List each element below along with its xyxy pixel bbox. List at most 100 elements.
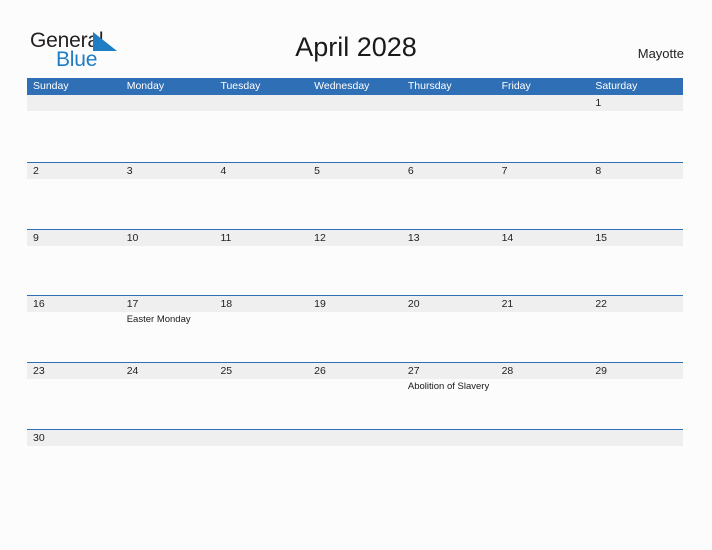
day-number-band <box>495 429 590 446</box>
day-cell-12[interactable]: 12 <box>308 229 402 296</box>
day-cell-11[interactable]: 11 <box>214 229 309 296</box>
day-number-band <box>401 429 496 446</box>
day-cell-2[interactable]: 2 <box>27 162 121 229</box>
day-events: Abolition of Slavery <box>408 380 493 393</box>
day-cell-empty[interactable] <box>27 95 121 162</box>
day-number-band <box>214 162 309 179</box>
day-cell-empty[interactable] <box>495 429 590 496</box>
day-number: 15 <box>595 231 607 244</box>
day-number: 27 <box>407 365 420 378</box>
day-cell-10[interactable]: 10 <box>120 229 215 296</box>
day-cell-empty[interactable] <box>214 95 309 162</box>
day-cell-9[interactable]: 9 <box>27 229 121 296</box>
day-number-band <box>589 429 684 446</box>
weekday-header-friday: Friday <box>501 80 531 92</box>
weekday-header-tuesday: Tuesday <box>220 80 261 92</box>
day-number: 20 <box>407 298 420 311</box>
day-cell-3[interactable]: 3 <box>120 162 215 229</box>
day-cell-26[interactable]: 26 <box>308 363 402 429</box>
day-cell-20[interactable]: 20 <box>401 296 496 363</box>
day-number: 13 <box>407 231 420 244</box>
calendar-week-row: 2 3 4 5 6 7 8 <box>27 161 684 229</box>
calendar-body: 1 2 3 4 5 6 7 8 9 10 11 12 13 14 15 16 17 Easter Monday 18… <box>27 95 684 496</box>
calendar-week-row: 1 <box>27 95 684 162</box>
day-number: 2 <box>33 164 39 177</box>
weekday-header-wednesday: Wednesday <box>314 80 370 92</box>
day-number: 19 <box>314 298 326 311</box>
day-events: Easter Monday <box>127 313 212 326</box>
page-header: General Blue April 2028 Mayotte <box>0 0 712 78</box>
day-cell-empty[interactable] <box>589 429 684 496</box>
day-cell-14[interactable]: 14 <box>495 229 590 296</box>
day-number-band <box>589 95 684 111</box>
day-number-band <box>495 162 590 179</box>
day-number-band <box>120 429 215 446</box>
day-cell-4[interactable]: 4 <box>214 162 309 229</box>
day-number: 5 <box>314 164 320 177</box>
region-label: Mayotte <box>637 46 684 61</box>
day-cell-6[interactable]: 6 <box>401 162 496 229</box>
day-number-band <box>120 162 215 179</box>
day-number: 4 <box>220 164 227 177</box>
day-cell-30[interactable]: 30 <box>27 429 121 496</box>
day-cell-25[interactable]: 25 <box>214 363 309 429</box>
day-cell-empty[interactable] <box>495 95 590 162</box>
day-cell-5[interactable]: 5 <box>308 162 402 229</box>
day-cell-empty[interactable] <box>120 95 215 162</box>
calendar-page: General Blue April 2028 Mayotte Sunday Mo… <box>0 0 712 550</box>
day-cell-13[interactable]: 13 <box>401 229 496 296</box>
day-number-band <box>308 95 402 111</box>
day-cell-empty[interactable] <box>308 429 402 496</box>
day-number: 25 <box>220 365 233 378</box>
day-number: 3 <box>126 164 133 177</box>
day-number: 9 <box>33 231 39 244</box>
day-cell-19[interactable]: 19 <box>308 296 402 363</box>
day-cell-empty[interactable] <box>401 429 496 496</box>
weekday-header-thursday: Thursday <box>407 80 452 92</box>
day-number: 29 <box>595 365 607 378</box>
day-cell-24[interactable]: 24 <box>120 363 215 429</box>
weekday-header-saturday: Saturday <box>595 80 638 92</box>
day-cell-27[interactable]: 27 Abolition of Slavery <box>401 363 496 429</box>
day-cell-7[interactable]: 7 <box>495 162 590 229</box>
day-number: 21 <box>501 298 514 311</box>
day-cell-empty[interactable] <box>214 429 309 496</box>
day-number-band <box>308 429 402 446</box>
day-cell-23[interactable]: 23 <box>27 363 121 429</box>
day-number-band <box>308 162 402 179</box>
day-number: 28 <box>501 365 514 378</box>
weekday-header-row: Sunday Monday Tuesday Wednesday Thursday Frid… <box>27 78 683 95</box>
day-cell-28[interactable]: 28 <box>495 363 590 429</box>
day-cell-empty[interactable] <box>401 95 496 162</box>
day-number-band <box>401 95 496 111</box>
day-number: 18 <box>220 298 233 311</box>
day-cell-29[interactable]: 29 <box>589 363 684 429</box>
weekday-header-sunday: Sunday <box>33 80 69 92</box>
day-cell-1[interactable]: 1 <box>589 95 684 162</box>
day-number: 1 <box>595 97 602 109</box>
day-cell-18[interactable]: 18 <box>214 296 309 363</box>
day-number: 11 <box>220 231 232 244</box>
day-number-band <box>27 229 121 246</box>
day-cell-17[interactable]: 17 Easter Monday <box>120 296 215 363</box>
day-cell-empty[interactable] <box>120 429 215 496</box>
day-number-band <box>27 95 121 111</box>
day-number-band <box>214 95 309 111</box>
day-number-band <box>401 162 496 179</box>
calendar-week-row: 9 10 11 12 13 14 15 <box>27 228 684 296</box>
day-cell-22[interactable]: 22 <box>589 296 684 363</box>
day-number-band <box>120 95 215 111</box>
day-number: 7 <box>501 164 508 177</box>
day-cell-21[interactable]: 21 <box>495 296 590 363</box>
day-number-band <box>214 429 309 446</box>
day-cell-15[interactable]: 15 <box>589 229 684 296</box>
day-number: 26 <box>314 365 326 378</box>
day-cell-8[interactable]: 8 <box>589 162 684 229</box>
day-number-band <box>589 162 684 179</box>
day-cell-16[interactable]: 16 <box>27 296 121 363</box>
day-number: 23 <box>33 365 45 378</box>
calendar-week-row: 23 24 25 26 27 Abolition of Slavery 28 29 <box>27 362 684 429</box>
day-cell-empty[interactable] <box>308 95 402 162</box>
weekday-header-monday: Monday <box>126 80 165 92</box>
page-title: April 2028 <box>295 32 417 62</box>
